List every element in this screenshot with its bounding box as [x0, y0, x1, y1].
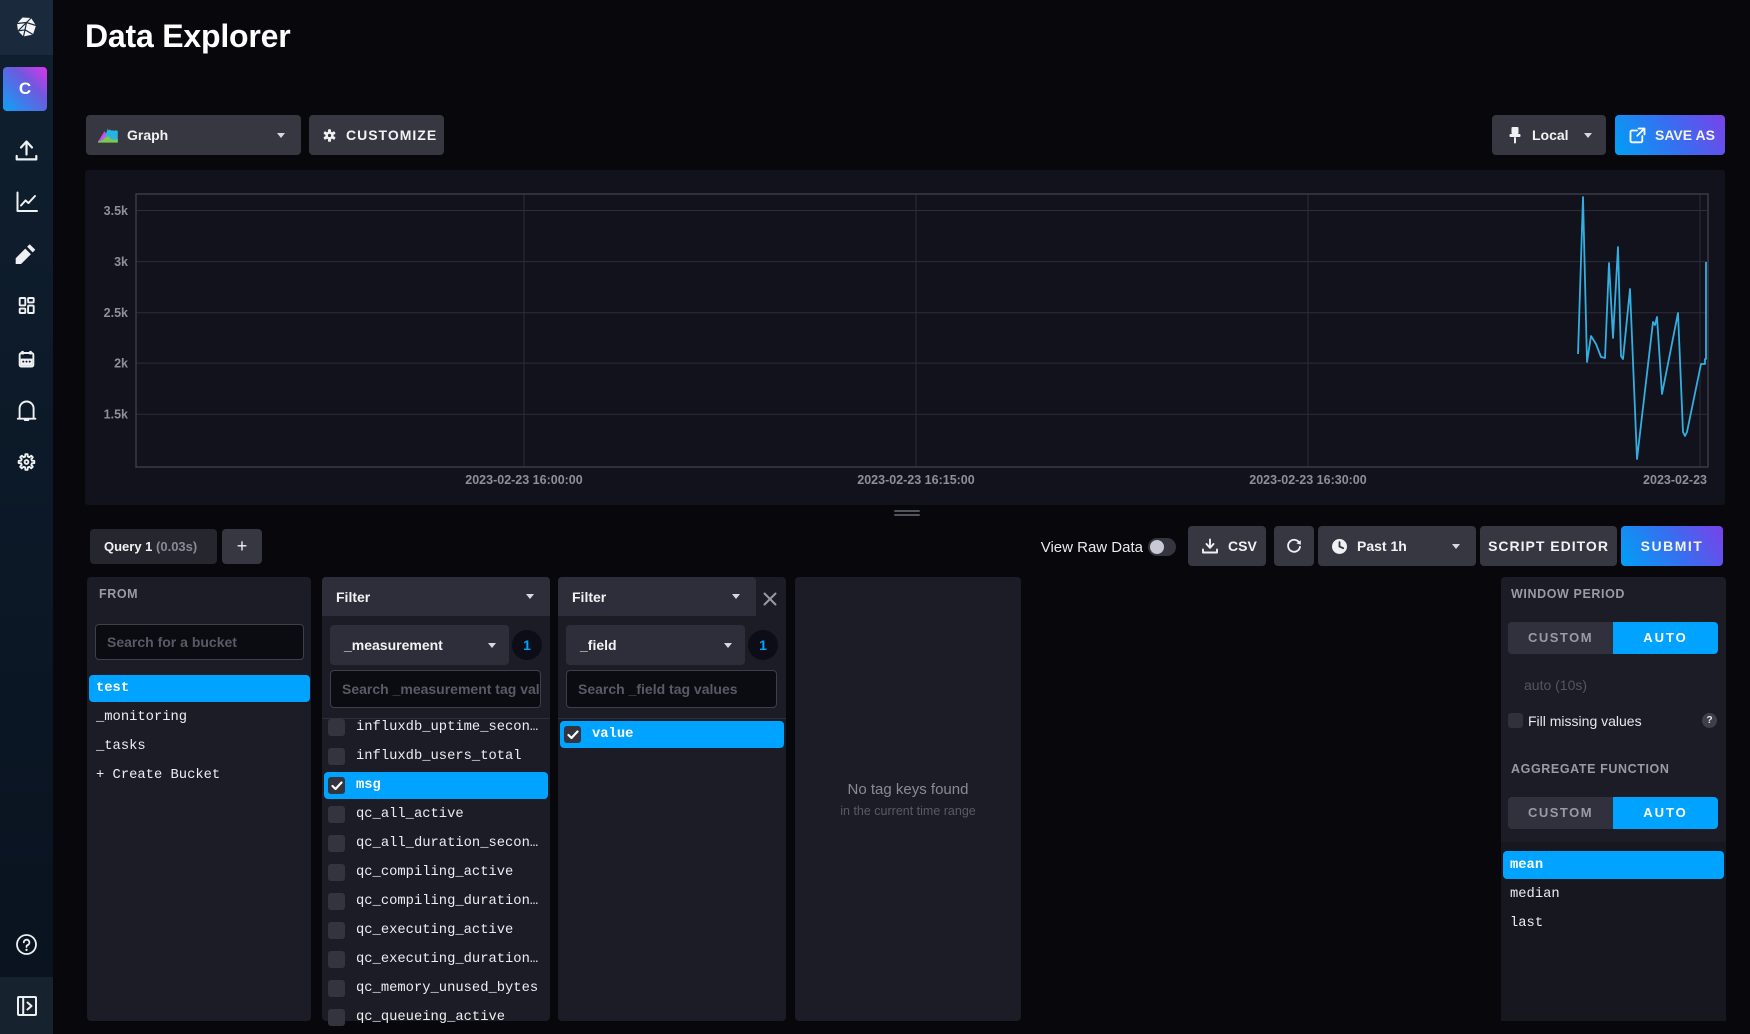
svg-text:2k: 2k	[114, 357, 128, 371]
svg-text:2.5k: 2.5k	[104, 306, 128, 320]
svg-text:2023-02-23 16:00:00: 2023-02-23 16:00:00	[465, 473, 582, 487]
svg-text:2023-02-23: 2023-02-23	[1643, 473, 1707, 487]
svg-text:2023-02-23 16:15:00: 2023-02-23 16:15:00	[857, 473, 974, 487]
svg-text:2023-02-23 16:30:00: 2023-02-23 16:30:00	[1249, 473, 1366, 487]
svg-text:3k: 3k	[114, 255, 128, 269]
svg-text:1.5k: 1.5k	[104, 408, 128, 422]
svg-text:3.5k: 3.5k	[104, 204, 128, 218]
